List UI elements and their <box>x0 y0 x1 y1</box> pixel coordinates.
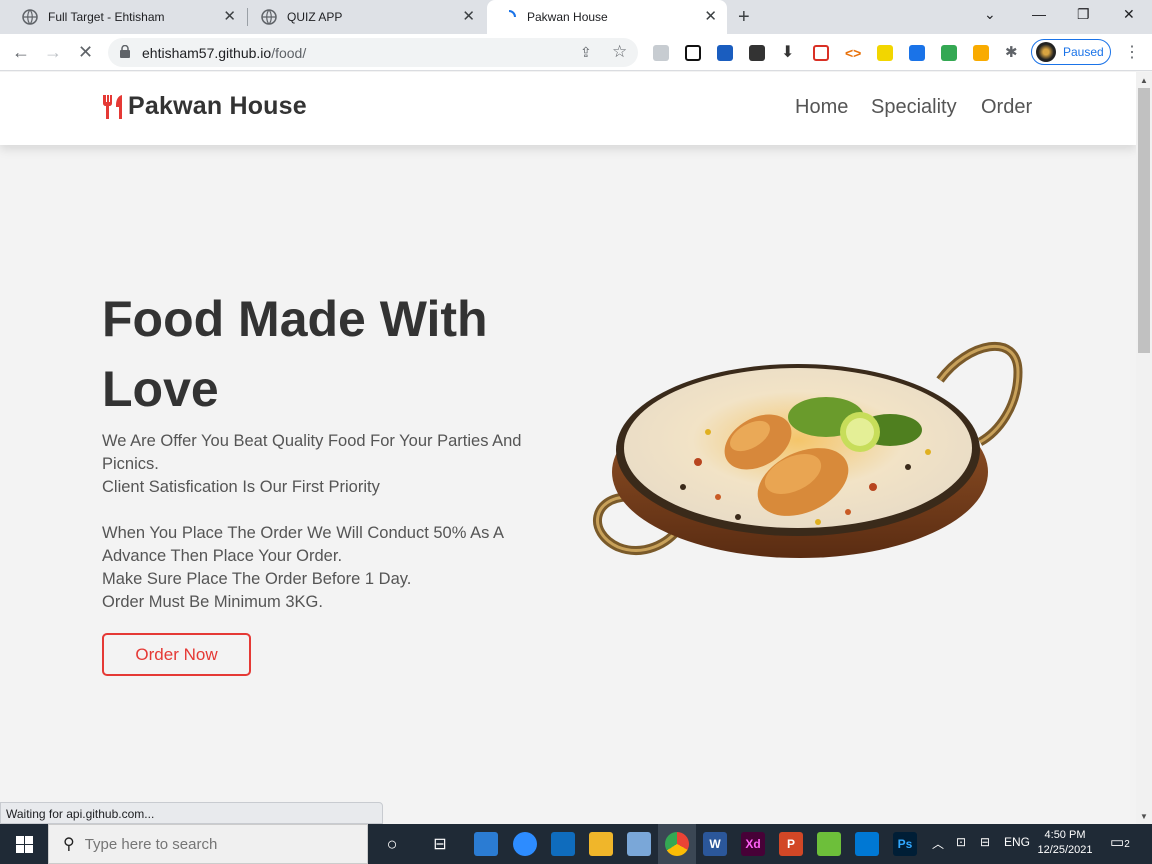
status-bar: Waiting for api.github.com... <box>0 802 383 824</box>
taskbar-search[interactable]: ⚲ <box>48 824 368 864</box>
green-extension-icon[interactable] <box>941 45 957 61</box>
browser-tab-active[interactable]: Pakwan House ✕ <box>487 0 727 34</box>
puzzle-extensions-icon[interactable]: ✱ <box>1005 45 1021 61</box>
notification-count: 2 <box>1124 839 1130 850</box>
url-text[interactable]: ehtisham57.github.io/food/ <box>142 45 306 61</box>
adobe-xd-icon[interactable]: Xd <box>741 832 765 856</box>
download-box-extension-icon[interactable] <box>749 45 765 61</box>
avatar <box>1036 42 1056 62</box>
lock-icon <box>120 45 130 58</box>
grid-extension-icon[interactable] <box>717 45 733 61</box>
search-icon: ⚲ <box>63 836 75 853</box>
hero-line: Make Sure Place The Order Before 1 Day. <box>102 570 412 588</box>
zoom-icon[interactable] <box>513 832 537 856</box>
hero-line: When You Place The Order We Will Conduct… <box>102 524 504 565</box>
windows-logo-icon <box>15 835 33 853</box>
url-host: ehtisham57.github.io <box>142 45 272 61</box>
meet-now-icon[interactable]: ⊡ <box>956 835 966 849</box>
globe-icon <box>261 9 277 25</box>
yellow-extension-icon[interactable] <box>973 45 989 61</box>
mail-icon[interactable] <box>551 832 575 856</box>
share-icon[interactable]: ⇪ <box>580 44 592 61</box>
tab-title: Full Target - Ehtisham <box>48 10 165 24</box>
biryani-dish-image <box>593 341 1023 558</box>
download-arrow-icon[interactable]: ⬇ <box>781 45 797 61</box>
hero-description: We Are Offer You Beat Quality Food For Y… <box>102 430 562 614</box>
hero-line: We Are Offer You Beat Quality Food For Y… <box>102 432 522 473</box>
nav-speciality[interactable]: Speciality <box>871 96 957 119</box>
profile-status: Paused <box>1063 45 1104 59</box>
browser-tab-bar: Full Target - Ehtisham ✕ QUIZ APP ✕ Pakw… <box>0 0 1152 34</box>
brand-name: Pakwan House <box>128 92 307 120</box>
start-button[interactable] <box>0 824 48 864</box>
tab-title: QUIZ APP <box>287 10 343 24</box>
store-icon[interactable] <box>474 832 498 856</box>
notepad-icon[interactable] <box>627 832 651 856</box>
taskbar-clock[interactable]: 4:50 PM 12/25/2021 <box>1032 828 1098 858</box>
order-now-button[interactable]: Order Now <box>102 633 251 676</box>
bookmark-star-icon[interactable]: ☆ <box>612 42 627 62</box>
menu-kebab-icon[interactable]: ⋮ <box>1124 42 1140 62</box>
code-extension-icon[interactable]: <> <box>845 45 861 61</box>
windows-taskbar: ⚲ ○ ⊟ W Xd P Ps ︿ ⊡ ⊟ ENG 4:50 PM 12/25/… <box>0 824 1152 864</box>
new-tab-button[interactable]: + <box>738 6 750 29</box>
network-icon[interactable]: ⊟ <box>980 835 990 849</box>
hero-title: Food Made With Love <box>102 291 488 417</box>
close-window-button[interactable]: ✕ <box>1123 6 1135 23</box>
tab-search-icon[interactable]: ⌄ <box>984 6 996 23</box>
page-scrollbar[interactable]: ▲ ▼ <box>1136 72 1152 824</box>
chrome-icon[interactable] <box>665 832 689 856</box>
close-tab-icon[interactable]: ✕ <box>223 9 236 25</box>
minimize-button[interactable]: — <box>1032 6 1046 22</box>
tray-chevron-icon[interactable]: ︿ <box>932 835 944 852</box>
nav-order[interactable]: Order <box>981 96 1032 119</box>
utensils-icon <box>103 94 122 119</box>
web-page: Pakwan House Home Speciality Order Food … <box>0 72 1136 824</box>
file-explorer-icon[interactable] <box>589 832 613 856</box>
clock-date: 12/25/2021 <box>1037 844 1093 856</box>
browser-tab[interactable]: QUIZ APP ✕ <box>247 0 485 34</box>
taskbar-search-input[interactable] <box>84 835 345 853</box>
cursor-extension-icon[interactable] <box>877 45 893 61</box>
scroll-up-arrow-icon[interactable]: ▲ <box>1140 76 1148 85</box>
clock-time: 4:50 PM <box>1044 829 1086 841</box>
site-header: Pakwan House Home Speciality Order <box>0 72 1136 145</box>
close-tab-icon[interactable]: ✕ <box>462 9 475 25</box>
bluestacks-icon[interactable] <box>817 832 841 856</box>
doc-extension-icon[interactable] <box>685 45 701 61</box>
word-icon[interactable]: W <box>703 832 727 856</box>
browser-tab[interactable]: Full Target - Ehtisham ✕ <box>8 0 246 34</box>
tab-title: Pakwan House <box>527 10 608 24</box>
profile-button[interactable]: Paused <box>1031 39 1111 65</box>
notification-center-icon[interactable]: ▭2 <box>1110 833 1130 851</box>
hero-line: Order Must Be Minimum 3KG. <box>102 593 323 611</box>
cortana-icon[interactable]: ○ <box>380 832 404 856</box>
html-extension-icon[interactable] <box>813 45 829 61</box>
close-tab-icon[interactable]: ✕ <box>704 9 717 25</box>
photoshop-icon[interactable]: Ps <box>893 832 917 856</box>
url-path: /food/ <box>271 45 307 61</box>
language-indicator[interactable]: ENG <box>1004 835 1030 849</box>
stop-loading-button[interactable]: ✕ <box>78 42 93 62</box>
loading-spinner-icon <box>508 10 516 18</box>
forward-button[interactable]: → <box>44 42 62 62</box>
brand-logo[interactable]: Pakwan House <box>102 92 307 121</box>
nav-home[interactable]: Home <box>795 96 848 119</box>
scrollbar-thumb[interactable] <box>1138 88 1150 353</box>
globe-icon <box>22 9 38 25</box>
back-button[interactable]: ← <box>12 42 30 62</box>
browser-toolbar: ← → ✕ ehtisham57.github.io/food/ ⇪ ☆ ⬇ <… <box>0 34 1152 71</box>
task-view-icon[interactable]: ⊟ <box>428 832 452 856</box>
restore-button[interactable]: ❐ <box>1077 6 1090 23</box>
powerpoint-icon[interactable]: P <box>779 832 803 856</box>
js-extension-icon[interactable] <box>653 45 669 61</box>
address-bar[interactable]: ehtisham57.github.io/food/ ⇪ ☆ <box>108 38 638 67</box>
hero-line: Client Satisfication Is Our First Priori… <box>102 478 380 496</box>
scroll-down-arrow-icon[interactable]: ▼ <box>1140 812 1148 821</box>
translate-extension-icon[interactable] <box>909 45 925 61</box>
vscode-icon[interactable] <box>855 832 879 856</box>
